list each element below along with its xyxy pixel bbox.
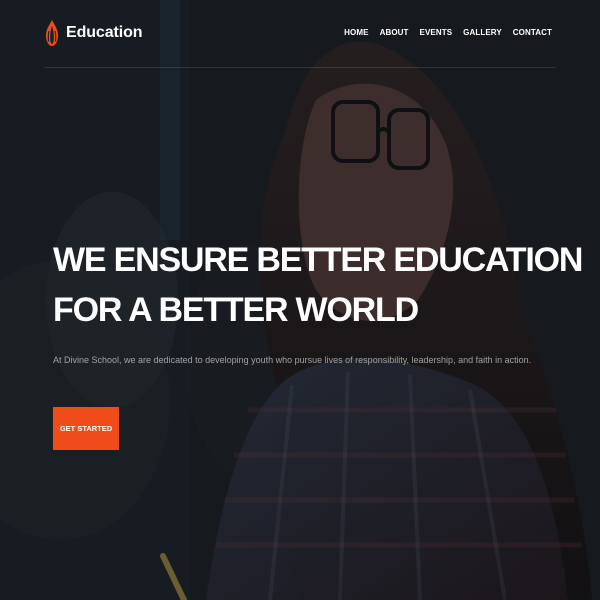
hero-headline: WE ENSURE BETTER EDUCATION FOR A BETTER … xyxy=(53,235,583,335)
get-started-button[interactable]: GET STARTED xyxy=(53,407,119,450)
nav-item-events[interactable]: EVENTS xyxy=(420,28,453,37)
nav-item-home[interactable]: HOME xyxy=(344,28,368,37)
hero-description: At Divine School, we are dedicated to de… xyxy=(53,355,532,365)
nav-item-gallery[interactable]: GALLERY xyxy=(463,28,502,37)
nav-item-about[interactable]: ABOUT xyxy=(380,28,409,37)
navigation-divider xyxy=(44,67,556,68)
flame-logo-icon xyxy=(44,18,60,48)
brand-logo-link[interactable]: Education xyxy=(44,18,143,48)
hero-content: WE ENSURE BETTER EDUCATION FOR A BETTER … xyxy=(53,235,583,450)
main-menu: HOME ABOUT EVENTS GALLERY CONTACT xyxy=(344,28,552,37)
top-navigation: Education HOME ABOUT EVENTS GALLERY CONT… xyxy=(0,0,600,68)
hero-headline-line-2: FOR A BETTER WORLD xyxy=(53,291,419,329)
hero-section: Education HOME ABOUT EVENTS GALLERY CONT… xyxy=(0,0,600,600)
nav-item-contact[interactable]: CONTACT xyxy=(513,28,552,37)
brand-name: Education xyxy=(66,24,143,41)
hero-headline-line-1: WE ENSURE BETTER EDUCATION xyxy=(53,241,583,279)
